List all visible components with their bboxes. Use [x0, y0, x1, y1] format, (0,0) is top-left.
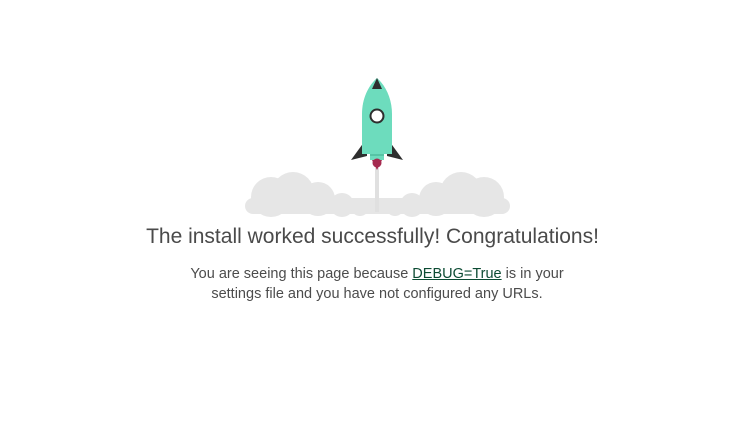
rocket-launch-illustration: [245, 78, 510, 217]
status-message: You are seeing this page because DEBUG=T…: [168, 264, 586, 304]
page-title: The install worked successfully! Congrat…: [146, 225, 599, 248]
exhaust-trail: [375, 168, 379, 212]
rocket-icon: [351, 78, 403, 170]
debug-setting-link[interactable]: DEBUG=True: [412, 266, 501, 282]
message-prefix: You are seeing this page because: [190, 266, 413, 282]
django-welcome-page: The install worked successfully! Congrat…: [0, 0, 745, 423]
